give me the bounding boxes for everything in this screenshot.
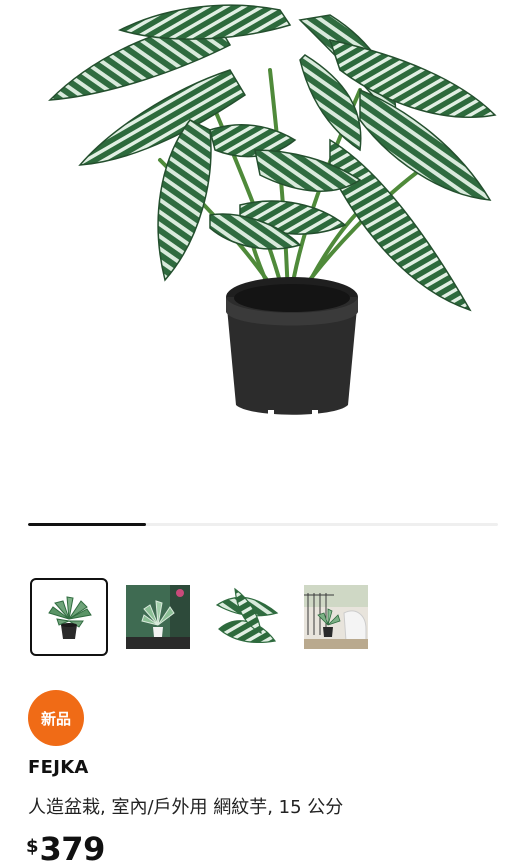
product-name: FEJKA — [28, 757, 89, 778]
product-main-image[interactable] — [0, 0, 526, 470]
gallery-progress-fill — [28, 523, 146, 526]
product-description: 人造盆栽, 室內/戶外用 網紋芋, 15 公分 — [28, 797, 344, 818]
new-badge-label: 新品 — [40, 709, 71, 728]
product-price: $ 379 — [26, 832, 105, 866]
price-currency: $ — [26, 836, 39, 857]
artificial-plant-icon — [48, 4, 497, 416]
plant-pot-thumbnail-icon — [48, 596, 92, 639]
plant-balcony-thumbnail-icon — [304, 585, 368, 649]
new-badge: 新品 — [28, 690, 84, 746]
thumbnail-leaf-closeup[interactable] — [211, 581, 283, 653]
gallery-progress-bar — [28, 523, 498, 526]
leaf-closeup-thumbnail-icon — [215, 585, 279, 649]
price-amount: 379 — [39, 830, 106, 868]
plant-room-thumbnail-icon — [126, 585, 190, 649]
thumbnail-plant-room[interactable] — [122, 581, 194, 653]
thumbnail-plant-pot[interactable] — [30, 578, 108, 656]
thumbnail-strip — [30, 578, 389, 656]
thumbnail-plant-balcony[interactable] — [300, 581, 372, 653]
